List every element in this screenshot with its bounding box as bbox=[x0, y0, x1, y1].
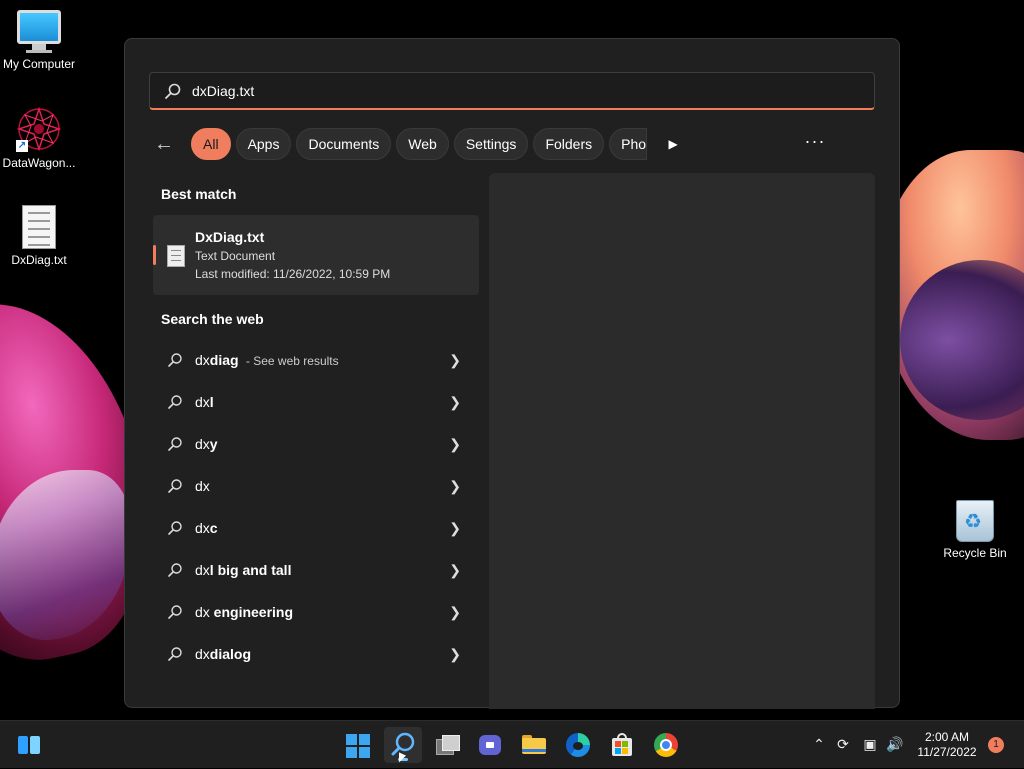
volume-icon[interactable]: 🔊 bbox=[886, 735, 904, 753]
search-web-heading: Search the web bbox=[161, 311, 264, 327]
desktop-icon-dxdiag[interactable]: DxDiag.txt bbox=[0, 205, 79, 267]
clock[interactable]: 2:00 AM 11/27/2022 bbox=[912, 730, 982, 760]
text-file-icon bbox=[22, 205, 56, 249]
desktop-icon-label: My Computer bbox=[2, 57, 76, 71]
web-result[interactable]: dxc ❯ bbox=[153, 507, 479, 549]
web-result-text: dx engineering bbox=[195, 604, 294, 620]
web-result[interactable]: dx ❯ bbox=[153, 465, 479, 507]
search-icon bbox=[168, 647, 182, 661]
filter-apps[interactable]: Apps bbox=[235, 128, 292, 160]
chevron-right-icon: ❯ bbox=[449, 352, 461, 368]
web-result-text: dxdialog bbox=[195, 646, 252, 662]
selection-accent bbox=[153, 245, 156, 265]
network-icon[interactable]: ▣ bbox=[861, 735, 879, 753]
best-match-result[interactable]: DxDiag.txt Text Document Last modified: … bbox=[153, 215, 479, 295]
search-icon bbox=[168, 605, 182, 619]
best-match-type: Text Document bbox=[195, 249, 276, 263]
chevron-right-icon: ❯ bbox=[449, 604, 461, 620]
desktop-icon-label: Recycle Bin bbox=[943, 546, 1007, 560]
search-icon bbox=[165, 83, 181, 99]
filter-documents[interactable]: Documents bbox=[296, 128, 392, 160]
shortcut-arrow-icon: ↗ bbox=[16, 140, 28, 152]
clock-time: 2:00 AM bbox=[924, 730, 970, 744]
monitor-icon bbox=[17, 10, 61, 53]
chevron-right-icon: ❯ bbox=[449, 436, 461, 452]
web-result[interactable]: dxl ❯ bbox=[153, 381, 479, 423]
preview-pane bbox=[489, 173, 875, 709]
search-input[interactable] bbox=[190, 81, 794, 100]
best-match-name: DxDiag.txt bbox=[195, 229, 265, 245]
desktop-icon-label: DataWagon... bbox=[2, 156, 76, 170]
filter-folders[interactable]: Folders bbox=[533, 128, 605, 160]
web-result-text: dxl bbox=[195, 394, 214, 410]
chevron-right-icon: ❯ bbox=[449, 478, 461, 494]
best-match-heading: Best match bbox=[161, 186, 237, 202]
web-result-text: dxl big and tall bbox=[195, 562, 292, 578]
filter-bar: ← All Apps Documents Web Settings Folder… bbox=[149, 127, 879, 161]
notification-badge[interactable]: 1 bbox=[988, 737, 1004, 753]
datawagon-shortcut-icon: ↗ bbox=[16, 106, 62, 152]
web-result[interactable]: dxy ❯ bbox=[153, 423, 479, 465]
web-results-list: dxdiag - See web results ❯ dxl ❯ dxy ❯ d… bbox=[153, 339, 479, 675]
search-box[interactable] bbox=[149, 72, 875, 110]
system-tray: ⌃ ⟳ ▣ 🔊 2:00 AM 11/27/2022 1 bbox=[0, 721, 1024, 769]
more-options-icon[interactable]: ··· bbox=[799, 127, 831, 159]
filter-settings[interactable]: Settings bbox=[453, 128, 529, 160]
clock-date: 11/27/2022 bbox=[917, 745, 977, 759]
chevron-right-icon: ❯ bbox=[449, 520, 461, 536]
taskbar: ⌃ ⟳ ▣ 🔊 2:00 AM 11/27/2022 1 bbox=[0, 720, 1024, 768]
desktop-icon-recycle-bin[interactable]: Recycle Bin bbox=[935, 500, 1015, 560]
filter-photos[interactable]: Pho bbox=[609, 128, 648, 160]
chevron-right-icon: ❯ bbox=[449, 562, 461, 578]
search-flyout: ← All Apps Documents Web Settings Folder… bbox=[124, 38, 900, 709]
back-arrow-icon[interactable]: ← bbox=[149, 129, 179, 159]
web-result[interactable]: dxdialog ❯ bbox=[153, 633, 479, 675]
desktop-icon-datawagon[interactable]: ↗ DataWagon... bbox=[0, 106, 79, 170]
search-icon bbox=[168, 395, 182, 409]
web-result-text: dxdiag - See web results bbox=[195, 352, 339, 368]
desktop-icon-my-computer[interactable]: My Computer bbox=[0, 10, 79, 71]
search-icon bbox=[168, 563, 182, 577]
chevron-right-icon: ❯ bbox=[449, 394, 461, 410]
sync-icon[interactable]: ⟳ bbox=[834, 735, 852, 753]
web-result[interactable]: dxdiag - See web results ❯ bbox=[153, 339, 479, 381]
web-result-text: dxc bbox=[195, 520, 218, 536]
search-icon bbox=[168, 521, 182, 535]
chevron-up-icon[interactable]: ⌃ bbox=[810, 735, 828, 753]
recycle-bin-icon bbox=[956, 500, 994, 542]
search-icon bbox=[168, 437, 182, 451]
web-result[interactable]: dxl big and tall ❯ bbox=[153, 549, 479, 591]
web-result-text: dx bbox=[195, 478, 210, 494]
search-icon bbox=[168, 353, 182, 367]
best-match-modified: Last modified: 11/26/2022, 10:59 PM bbox=[195, 267, 391, 281]
scroll-filters-right-icon[interactable]: ▶ bbox=[658, 137, 688, 151]
text-document-icon bbox=[167, 245, 185, 267]
desktop-icon-label: DxDiag.txt bbox=[11, 253, 67, 267]
web-result-text: dxy bbox=[195, 436, 218, 452]
chevron-right-icon: ❯ bbox=[449, 646, 461, 662]
filter-web[interactable]: Web bbox=[396, 128, 449, 160]
web-result[interactable]: dx engineering ❯ bbox=[153, 591, 479, 633]
search-icon bbox=[168, 479, 182, 493]
filter-all[interactable]: All bbox=[191, 128, 231, 160]
